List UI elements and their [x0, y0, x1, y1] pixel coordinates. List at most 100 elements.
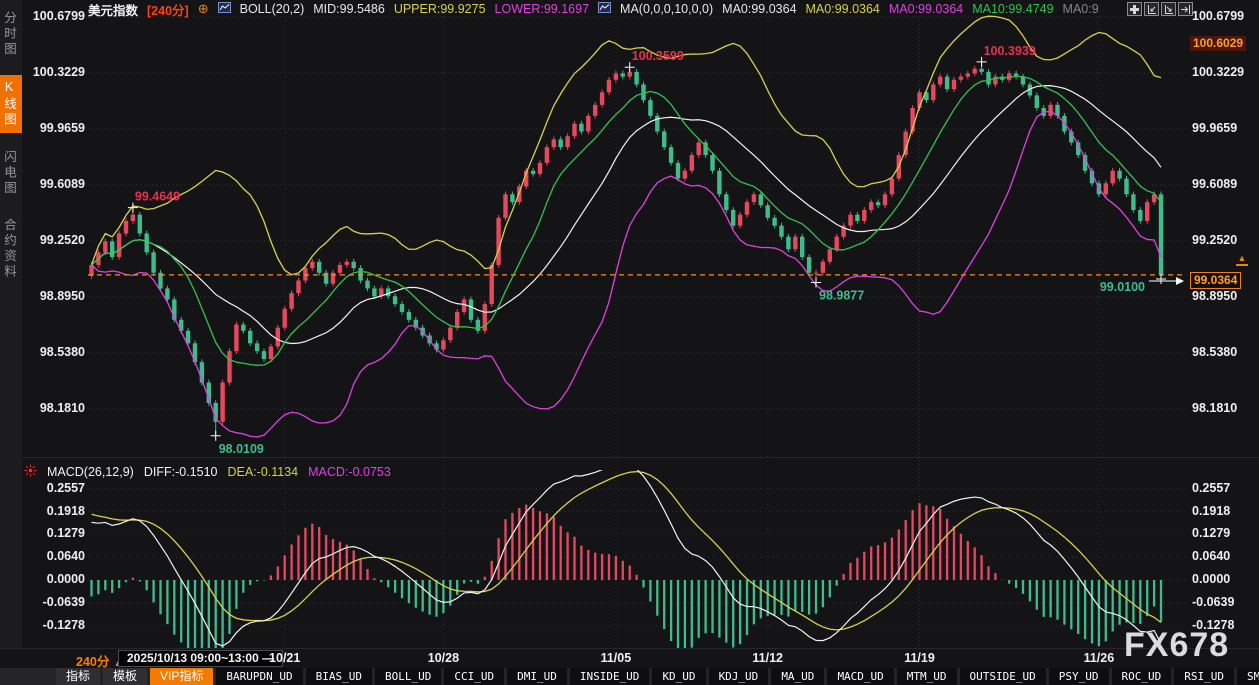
toolbar-button-CCI_UD[interactable]: CCI_UD	[444, 668, 504, 685]
price-up-arrow-icon: ▲	[1236, 252, 1248, 266]
macd-axis-label-right: -0.0639	[1192, 595, 1254, 609]
toolbar-button-MA_UD[interactable]: MA_UD	[771, 668, 824, 685]
toolbar-button-MACD_UD[interactable]: MACD_UD	[827, 668, 893, 685]
fx678-watermark: FX678	[1124, 626, 1229, 665]
price-axis-label-left: 99.2520	[30, 233, 85, 247]
sidebar-item-contract-info[interactable]: 合约资料	[0, 213, 22, 285]
macd-axis-label-right: 0.0640	[1192, 549, 1254, 563]
toolbar-button-BARUPDN_UD[interactable]: BARUPDN_UD	[216, 668, 302, 685]
price-axis-label-left: 98.5380	[30, 345, 85, 359]
svg-text:100.3939: 100.3939	[984, 44, 1036, 58]
price-axis-label-left: 99.9659	[30, 121, 85, 135]
date-label: 11/05	[586, 651, 646, 665]
boll-chart-icon[interactable]	[218, 2, 231, 16]
price-axis-label-right: 98.5380	[1192, 345, 1254, 359]
price-axis-label-left: 100.6799	[30, 9, 85, 23]
toolbar-button-SMA_UD[interactable]: SMA_UD	[1237, 668, 1259, 685]
toolbar-button-RSI_UD[interactable]: RSI_UD	[1174, 668, 1234, 685]
sidebar-item-timeshare[interactable]: 分时图	[0, 6, 22, 63]
boll-label: BOLL(20,2)	[240, 2, 305, 16]
price-axis-label-right: 98.1810	[1192, 401, 1254, 415]
price-axis-label-right: 100.6799	[1192, 9, 1254, 23]
boll-upper-value: UPPER:99.9275	[394, 2, 486, 16]
price-axis-label-left: 98.8950	[30, 289, 85, 303]
toolbar-button-PSY_UD[interactable]: PSY_UD	[1049, 668, 1109, 685]
price-axis-label-left: 99.6089	[30, 177, 85, 191]
ma0-value-yellow: MA0:99.0364	[806, 2, 880, 16]
macd-pane	[92, 464, 1162, 648]
date-label: 11/26	[1069, 651, 1129, 665]
chart-canvas[interactable]: 99.4649 98.0109 100.3599 98.9877 100.3939 99.…	[0, 0, 1259, 648]
price-axis-label-right: 100.3229	[1192, 65, 1254, 79]
indicator-header: 美元指数 [240分] ⊕ BOLL(20,2) MID:99.5486 UPP…	[88, 1, 1099, 17]
price-axis-label-right: 99.6089	[1192, 177, 1254, 191]
date-label: 10/28	[413, 651, 473, 665]
macd-axis-label-right: 0.1279	[1192, 526, 1254, 540]
price-axis-label-right: 99.9659	[1192, 121, 1254, 135]
boll-lower-value: LOWER:99.1697	[495, 2, 590, 16]
price-axis-label-right: 98.8950	[1192, 289, 1254, 303]
period-label: [240分]	[147, 0, 189, 19]
price-axis-label-left: 100.3229	[30, 65, 85, 79]
macd-axis-label-right: 0.1918	[1192, 504, 1254, 518]
svg-text:98.0109: 98.0109	[219, 442, 264, 456]
price-annotations: 99.4649 98.0109 100.3599 98.9877 100.3939 99.…	[128, 44, 1184, 456]
toolbar-button-OUTSIDE_UD[interactable]: OUTSIDE_UD	[960, 668, 1046, 685]
macd-params-label: MACD(26,12,9)	[47, 465, 134, 479]
collapse-circle-icon[interactable]: ⊕	[198, 1, 209, 17]
toolbar-button-模板[interactable]: 模板	[103, 668, 147, 685]
macd-macd-value: MACD:-0.0753	[308, 465, 391, 479]
toolbar-button-MTM_UD[interactable]: MTM_UD	[897, 668, 957, 685]
date-label: 10/21	[255, 651, 315, 665]
ma-chart-icon[interactable]	[598, 2, 611, 16]
macd-axis-label-left: -0.0639	[30, 595, 85, 609]
svg-text:99.4649: 99.4649	[135, 190, 180, 204]
ma-params-label: MA(0,0,0,10,0,0)	[620, 2, 713, 16]
ma0-value-gray: MA0:9	[1063, 2, 1099, 16]
macd-dea-value: DEA:-0.1134	[227, 465, 298, 479]
svg-text:99.0100: 99.0100	[1100, 280, 1145, 294]
toolbar-button-指标[interactable]: 指标	[56, 668, 100, 685]
toolbar-button-VIP指标[interactable]: VIP指标	[150, 668, 213, 685]
price-axis-label-left: 98.1810	[30, 401, 85, 415]
toolbar-button-KDJ_UD[interactable]: KDJ_UD	[709, 668, 769, 685]
date-label: 11/19	[890, 651, 950, 665]
sidebar-item-lightning[interactable]: 闪电图	[0, 145, 22, 202]
session-high-badge: 100.6029	[1190, 36, 1246, 51]
price-axis-label-right: 99.2520	[1192, 233, 1254, 247]
boll-mid-value: MID:99.5486	[313, 2, 385, 16]
date-label: 11/12	[738, 651, 798, 665]
candlestick-series	[89, 62, 1163, 436]
sidebar-item-kline[interactable]: K线图	[0, 75, 22, 133]
ma10-value: MA10:99.4749	[972, 2, 1053, 16]
toolbar-button-ROC_UD[interactable]: ROC_UD	[1112, 668, 1172, 685]
svg-text:98.9877: 98.9877	[819, 289, 864, 303]
macd-axis-label-left: 0.1279	[30, 526, 85, 540]
macd-axis-label-right: 0.2557	[1192, 481, 1254, 495]
ma0-value-magenta: MA0:99.0364	[889, 2, 963, 16]
time-axis: 240分 ▲ 2025/10/13 09:00~13:00 — 10/2110/…	[0, 648, 1259, 668]
toolbar-button-KD_UD[interactable]: KD_UD	[652, 668, 705, 685]
svg-text:100.3599: 100.3599	[632, 49, 684, 63]
macd-axis-label-right: 0.0000	[1192, 572, 1254, 586]
indicator-toolbar: 指标模板VIP指标BARUPDN_UDBIAS_UDBOLL_UDCCI_UDD…	[0, 668, 1259, 685]
macd-axis-label-left: 0.1918	[30, 504, 85, 518]
toolbar-button-INSIDE_UD[interactable]: INSIDE_UD	[570, 668, 650, 685]
scale-axis-right-icon[interactable]	[1161, 2, 1176, 16]
kline-chart-app: 99.4649 98.0109 100.3599 98.9877 100.3939 99.…	[0, 0, 1259, 685]
goto-latest-icon[interactable]	[1178, 2, 1193, 16]
toolbar-button-BIAS_UD[interactable]: BIAS_UD	[306, 668, 372, 685]
macd-header: MACD(26,12,9) DIFF:-0.1510 DEA:-0.1134 M…	[24, 464, 391, 480]
macd-axis-label-left: 0.0640	[30, 549, 85, 563]
macd-axis-label-left: 0.2557	[30, 481, 85, 495]
toolbar-button-BOLL_UD[interactable]: BOLL_UD	[375, 668, 441, 685]
macd-alert-icon[interactable]	[24, 464, 37, 480]
symbol-title: 美元指数	[88, 0, 138, 19]
chart-type-sidebar: 分时图 K线图 闪电图 合约资料	[0, 0, 22, 648]
chart-tools	[1127, 2, 1193, 16]
last-price-badge: 99.0364	[1190, 272, 1241, 289]
toolbar-button-DMI_UD[interactable]: DMI_UD	[507, 668, 567, 685]
pan-tool-icon[interactable]	[1127, 2, 1142, 16]
grid	[88, 12, 1186, 646]
scale-axis-left-icon[interactable]	[1144, 2, 1159, 16]
